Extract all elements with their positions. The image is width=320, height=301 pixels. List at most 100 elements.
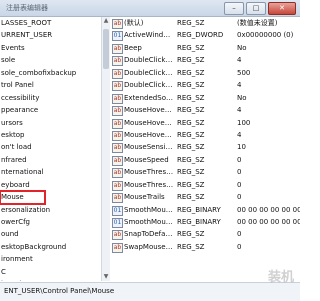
value-name: MouseHoverTi...	[124, 118, 174, 127]
value-type: REG_SZ	[177, 242, 205, 251]
value-type: REG_DWORD	[177, 31, 224, 40]
value-type: REG_SZ	[177, 19, 205, 27]
status-bar: ENT_USER\Control Panel\Mouse	[0, 282, 300, 301]
tree-item[interactable]: sole_combofixbackup	[0, 67, 101, 79]
value-type: REG_SZ	[177, 180, 205, 189]
tree-item[interactable]: nfrared	[0, 154, 101, 166]
tree-item[interactable]: trol Panel	[0, 79, 101, 91]
tree-item[interactable]: ersonalization	[0, 204, 101, 216]
value-row[interactable]: ab MouseHoverH... REG_SZ 4	[110, 104, 300, 117]
value-name: MouseHoverH...	[124, 106, 174, 115]
value-row[interactable]: ab MouseTrails REG_SZ 0	[110, 191, 300, 204]
value-name: ActiveWindow...	[124, 31, 174, 40]
value-row[interactable]: abMouseHoverW...REG_SZ 4	[110, 129, 300, 141]
value-row[interactable]: abSnapToDefault...REG_SZ 0	[110, 228, 300, 241]
scroll-down-icon[interactable]: ▼	[102, 273, 110, 281]
value-data: No	[237, 43, 247, 52]
string-value-icon: ab	[112, 118, 123, 129]
string-value-icon: ab	[112, 230, 123, 241]
value-data: 4	[237, 130, 242, 139]
scroll-up-icon[interactable]: ▲	[102, 17, 110, 25]
tree-item[interactable]: ironment	[0, 253, 101, 265]
value-data: No	[237, 93, 247, 102]
binary-value-icon: 01	[112, 31, 123, 42]
value-row[interactable]: 01 ActiveWindow... REG_DWORD 0x00000000 (0)	[110, 29, 300, 42]
value-row[interactable]: abDoubleClickWi...REG_SZ 4	[110, 79, 300, 92]
tree-item[interactable]: ound	[0, 228, 101, 240]
value-name: SwapMouseBut...	[124, 242, 174, 251]
value-data: 4	[237, 56, 242, 65]
value-type: REG_BINARY	[177, 205, 221, 214]
value-type: REG_SZ	[177, 130, 205, 139]
string-value-icon: ab	[112, 130, 123, 141]
tree-item[interactable]: owerCfg	[0, 216, 101, 228]
value-name: MouseSensitivity	[124, 143, 174, 152]
tree-item[interactable]: sole	[0, 54, 101, 66]
value-data: 0	[237, 155, 242, 164]
value-data: 4	[237, 106, 242, 115]
value-data: 00 00 00 00 00 00	[237, 205, 300, 214]
tree-item[interactable]: esktop	[0, 129, 101, 141]
value-row[interactable]: abMouseThresho...REG_SZ 0	[110, 179, 300, 191]
minimize-button[interactable]: –	[224, 2, 244, 15]
tree-item[interactable]: esktopBackground	[0, 241, 101, 253]
value-row[interactable]: ab (默认) REG_SZ (数值未设置)	[110, 17, 300, 29]
value-name: SmoothMouse...	[124, 205, 174, 214]
value-type: REG_SZ	[177, 155, 205, 164]
value-row[interactable]: 01SmoothMouse...REG_BINARY 00 00 00 00 00…	[110, 216, 300, 228]
value-name: DoubleClickWi...	[124, 81, 174, 90]
tree-item[interactable]: Mouse	[0, 190, 46, 205]
value-name: SnapToDefault...	[124, 230, 174, 239]
value-name: Beep	[124, 43, 142, 52]
value-name: MouseThresho...	[124, 180, 174, 189]
maximize-button[interactable]: □	[246, 2, 266, 15]
tree-item[interactable]: Events	[0, 42, 101, 54]
tree-item[interactable]: ccessibility	[0, 92, 101, 104]
tree-item[interactable]: on't load	[0, 141, 101, 153]
tree-item[interactable]: eyboard	[0, 179, 101, 191]
tree-item[interactable]: boardLayout	[0, 278, 101, 281]
value-row[interactable]: abExtendedSoun...REG_SZ No	[110, 92, 300, 104]
value-data: 0	[237, 230, 242, 239]
string-value-icon: ab	[112, 193, 123, 204]
value-name: DoubleClickSp...	[124, 68, 174, 77]
value-name: MouseSpeed	[124, 155, 169, 164]
watermark: 装机	[267, 270, 294, 285]
value-row[interactable]: abDoubleClickHe...REG_SZ 4	[110, 54, 300, 67]
value-data: (数值未设置)	[237, 19, 278, 27]
value-row[interactable]: abMouseSensitivityREG_SZ 10	[110, 141, 300, 154]
value-type: REG_SZ	[177, 106, 205, 115]
value-data: 0	[237, 180, 242, 189]
value-row[interactable]: ab Beep REG_SZ No	[110, 42, 300, 54]
value-name: SmoothMouse...	[124, 218, 174, 226]
tree-scrollbar[interactable]: ▲ ▼	[101, 17, 110, 281]
value-row[interactable]: abMouseThresho...REG_SZ 0	[110, 166, 300, 179]
tree-item[interactable]: URRENT_USER	[0, 29, 101, 41]
string-value-icon: ab	[112, 143, 123, 154]
values-list[interactable]: ab (默认) REG_SZ (数值未设置) 01 ActiveWindow... REG_…	[110, 17, 300, 281]
tree-item[interactable]: C	[0, 266, 101, 278]
value-type: REG_SZ	[177, 93, 205, 102]
string-value-icon: ab	[112, 106, 123, 117]
scroll-thumb[interactable]	[103, 29, 109, 69]
tree-item[interactable]: LASSES_ROOT	[0, 17, 101, 29]
value-row[interactable]: abMouseHoverTi...REG_SZ 100	[110, 117, 300, 129]
registry-tree[interactable]: LASSES_ROOT URRENT_USER Events sole sole_com…	[0, 17, 102, 281]
value-data: 00 00 00 00 00 00	[237, 218, 300, 226]
value-data: 500	[237, 68, 251, 77]
tree-item[interactable]: ursors	[0, 117, 101, 129]
value-type: REG_SZ	[177, 168, 205, 177]
tree-item[interactable]: ppearance	[0, 104, 101, 116]
value-row[interactable]: ab MouseSpeed REG_SZ 0	[110, 154, 300, 166]
value-data: 10	[237, 143, 246, 152]
value-row[interactable]: abSwapMouseBut...REG_SZ 0	[110, 241, 300, 253]
value-row[interactable]: 01SmoothMouse...REG_BINARY 00 00 00 00 00…	[110, 204, 300, 216]
value-name: MouseThresho...	[124, 168, 174, 177]
binary-value-icon: 01	[112, 205, 123, 216]
tree-item[interactable]: nternational	[0, 166, 101, 178]
binary-value-icon: 01	[112, 218, 123, 228]
close-button[interactable]: ✕	[268, 2, 296, 15]
value-row[interactable]: abDoubleClickSp...REG_SZ 500	[110, 67, 300, 79]
title-bar: 注册表编辑器 – □ ✕	[0, 0, 300, 17]
string-value-icon: ab	[112, 168, 123, 179]
